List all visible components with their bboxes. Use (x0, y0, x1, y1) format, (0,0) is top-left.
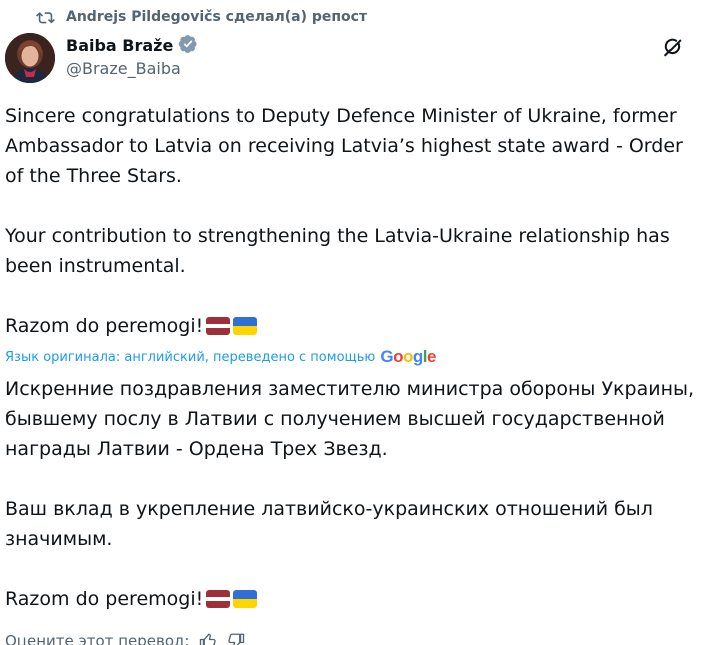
repost-icon (36, 9, 55, 25)
latvia-flag-icon (206, 317, 231, 335)
closing-line: Razom do peremogi! (5, 311, 705, 341)
text-line: Искренние поздравления заместителю минис… (5, 378, 695, 400)
translation-rating: Оцените этот перевод: (5, 630, 245, 645)
ukraine-flag-icon (233, 317, 258, 335)
translation-attribution[interactable]: Язык оригинала: английский, переведено с… (5, 347, 436, 367)
avatar-photo (5, 33, 55, 83)
avatar[interactable] (5, 33, 55, 83)
thumbs-up-icon[interactable] (199, 632, 217, 645)
text-line (5, 554, 705, 584)
closing-line: Razom do peremogi! (5, 584, 705, 614)
tweet-translated-text: Искренние поздравления заместителю минис… (5, 374, 705, 614)
author-handle[interactable]: @Braze_Baiba (66, 59, 198, 78)
text-line: Ваш вклад в укрепление латвийско-украинс… (5, 498, 653, 520)
rating-label: Оцените этот перевод: (5, 632, 190, 645)
text-line: награды Латвии - Ордена Трех Звезд. (5, 438, 388, 460)
text-line: значимым. (5, 528, 113, 550)
tweet-page: Andrejs Pildegovičs сделал(а) репост Bai… (0, 0, 706, 645)
text-line: been instrumental. (5, 255, 186, 277)
display-name[interactable]: Baiba Braže (66, 36, 173, 55)
closing-text: Razom do peremogi! (5, 315, 204, 337)
text-line (5, 464, 705, 494)
latvia-flag-icon (206, 590, 231, 608)
repost-text: Andrejs Pildegovičs сделал(а) репост (66, 9, 368, 25)
closing-text: Razom do peremogi! (5, 588, 204, 610)
text-line: Sincere congratulations to Deputy Defenc… (5, 105, 677, 127)
author-info[interactable]: Baiba Braže @Braze_Baiba (66, 34, 198, 78)
text-line: of the Three Stars. (5, 165, 182, 187)
ukraine-flag-icon (233, 590, 258, 608)
text-line: Ambassador to Latvia on receiving Latvia… (5, 135, 683, 157)
text-line: Your contribution to strengthening the L… (5, 225, 670, 247)
text-line: бывшему послу в Латвии с получением высш… (5, 408, 665, 430)
grok-icon (662, 36, 684, 62)
tweet-original-text: Sincere congratulations to Deputy Defenc… (5, 101, 705, 341)
thumbs-down-icon[interactable] (227, 632, 245, 645)
text-line (5, 191, 705, 221)
verified-badge-icon (178, 34, 198, 58)
google-logo: Google (380, 347, 436, 366)
translation-note-text: Язык оригинала: английский, переведено с… (5, 349, 376, 365)
grok-button[interactable] (660, 36, 686, 62)
text-line (5, 281, 705, 311)
repost-indicator[interactable]: Andrejs Pildegovičs сделал(а) репост (36, 7, 367, 27)
